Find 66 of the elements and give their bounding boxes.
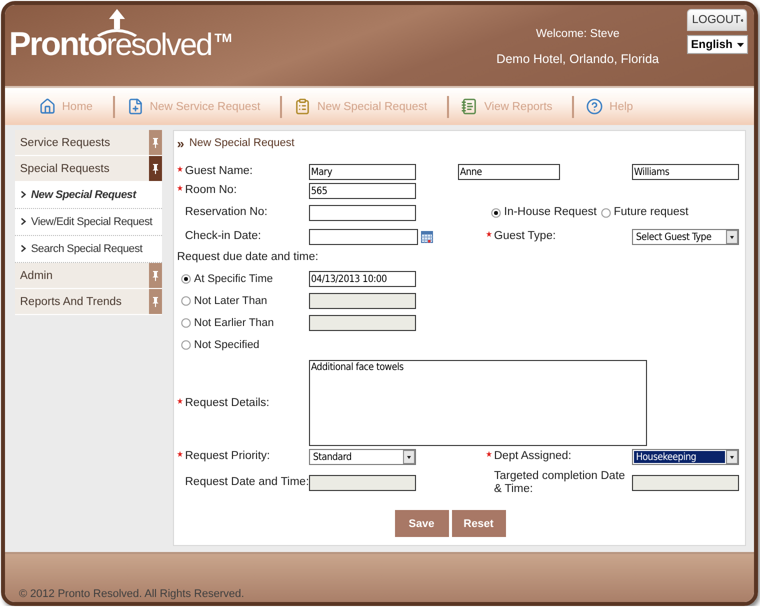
form-button[interactable]: Reset [452,510,506,537]
department-dropdown[interactable]: Housekeeping [632,449,739,465]
chevron-icon [21,191,26,198]
sidebar-item[interactable]: View/Edit Special Request [15,209,162,236]
field-label: Request Details: [185,397,270,411]
section-label: Request due date and time: [177,251,318,265]
request-details-field[interactable]: Additional face towels [309,360,647,446]
radio-label: Not Earlier Than [194,316,274,330]
logo-text: Pronto [9,27,106,60]
radio-label: In-House Request [504,206,597,220]
sidebar-item[interactable]: Search Special Request [15,236,162,263]
priority-dropdown[interactable]: Standard [309,449,416,465]
caret-icon [737,42,744,46]
radio-label: Future request [614,206,688,220]
field-label: Guest Name: [185,165,253,179]
field-label: Targeted completion Date & Time: [494,470,626,496]
radio-button[interactable] [491,208,501,218]
field-label: Check-in Date: [185,230,262,244]
radio-label: Not Later Than [194,294,268,308]
pin-icon [152,296,159,306]
logo-text: resolved [106,29,212,60]
field-label: Dept Assigned: [494,450,572,464]
sidebar-section[interactable]: Service Requests [15,130,162,156]
sidebar-section[interactable]: Admin [15,263,162,289]
check-in-date-field[interactable] [309,229,418,245]
field-label: Room No: [185,184,237,198]
first-name-field[interactable]: Mary [309,164,416,180]
field-label: Request Priority: [185,450,270,464]
due-date-field[interactable]: 04/13/2013 10:00 [309,271,416,287]
hotel-name: Demo Hotel, Orlando, Florida [496,52,659,66]
middle-name-field[interactable]: Anne [458,164,560,180]
pin-icon [152,270,159,280]
pin-tab[interactable] [149,156,162,181]
field-label: Reservation No: [185,206,268,220]
radio-button[interactable] [600,208,611,218]
radio-button[interactable] [181,340,191,350]
guest-type-dropdown[interactable]: Select Guest Type [632,229,739,245]
welcome-text: Welcome: Steve [536,28,620,40]
room-number-field[interactable]: 565 [309,183,416,199]
last-name-field[interactable]: Williams [632,164,739,180]
reservation-number-field[interactable] [309,205,416,221]
trademark-text: TM [214,31,232,45]
radio-button[interactable] [181,274,191,284]
help-icon [586,98,604,115]
breadcrumb-marker: » [177,136,184,150]
field-label: Request Date and Time: [185,476,309,490]
pin-icon [152,138,159,148]
add-document-icon [126,98,144,115]
chevron-icon [21,245,26,252]
clipboard-icon [294,98,312,115]
home-icon [39,98,56,115]
chevron-icon [21,218,26,225]
radio-label: Not Specified [194,338,260,352]
calendar-icon[interactable] [421,231,433,243]
radio-label: At Specific Time [194,272,273,286]
sidebar-section[interactable]: Reports And Trends [15,289,162,315]
field-label: Guest Type: [494,230,556,244]
page-title: New Special Request [189,137,294,149]
pin-icon [152,164,159,174]
sidebar-item[interactable]: New Special Request [15,182,162,209]
form-button[interactable]: Save [394,510,448,537]
notebook-icon [461,98,478,115]
logout-button[interactable]: LOGOUT [687,9,747,31]
copyright-text: © 2012 Pronto Resolved. All Rights Reserved. [19,588,244,600]
language-dropdown[interactable]: English [687,35,748,54]
sidebar-section[interactable]: Special Requests [15,156,162,182]
